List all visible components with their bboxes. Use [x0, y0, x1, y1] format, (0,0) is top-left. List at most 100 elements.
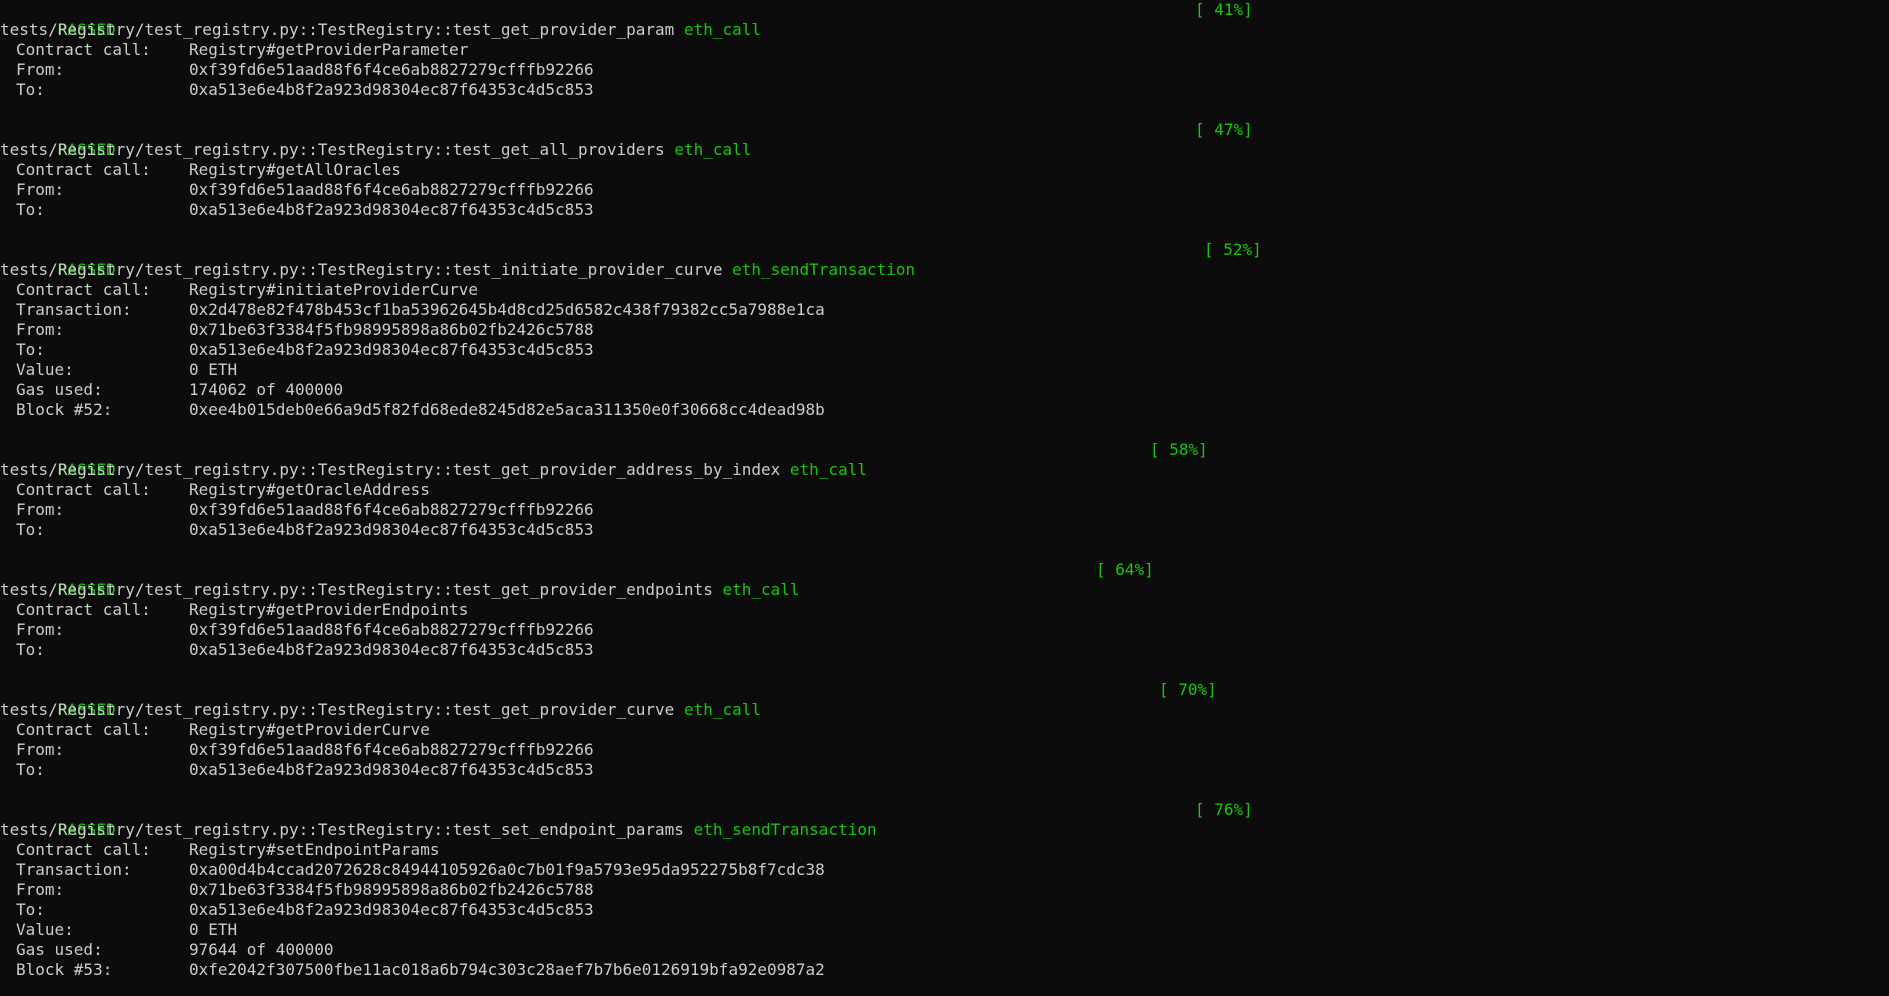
detail-key: To: — [16, 200, 45, 219]
detail-row: Contract call: Registry#getProviderCurve — [0, 720, 1889, 740]
detail-row: To: 0xa513e6e4b8f2a923d98304ec87f64353c4d… — [0, 340, 1889, 360]
detail-key: From: — [16, 500, 65, 519]
detail-key: To: — [16, 640, 45, 659]
detail-value: 0xa513e6e4b8f2a923d98304ec87f64353c4d5c8… — [189, 340, 594, 359]
detail-value: 0xa513e6e4b8f2a923d98304ec87f64353c4d5c8… — [189, 760, 594, 779]
detail-key: From: — [16, 180, 65, 199]
status-line: PASSED [ 70%] — [0, 680, 1889, 719]
detail-key: To: — [16, 520, 45, 539]
detail-value: Registry#getProviderCurve — [189, 720, 430, 739]
detail-row: Gas used: 174062 of 400000 — [0, 380, 1889, 400]
detail-row: To: 0xa513e6e4b8f2a923d98304ec87f64353c4d… — [0, 640, 1889, 660]
rpc-method: eth_call — [722, 580, 800, 599]
detail-key: Gas used: — [16, 940, 103, 959]
detail-value: Registry#getProviderEndpoints — [189, 600, 469, 619]
detail-key: Gas used: — [16, 380, 103, 399]
rpc-method: eth_sendTransaction — [693, 820, 877, 839]
detail-value: 0 ETH — [189, 360, 238, 379]
detail-key: Transaction: — [16, 860, 132, 879]
detail-value: 0xa513e6e4b8f2a923d98304ec87f64353c4d5c8… — [189, 640, 594, 659]
progress-percent: [ 58%] — [1150, 440, 1208, 459]
detail-row: From: 0xf39fd6e51aad88f6f4ce6ab8827279cff… — [0, 500, 1889, 520]
detail-value: 0x2d478e82f478b453cf1ba53962645b4d8cd25d… — [189, 300, 825, 319]
detail-value: 174062 of 400000 — [189, 380, 344, 399]
test-path: tests/Registry/test_registry.py::TestReg… — [0, 580, 713, 599]
detail-row: To: 0xa513e6e4b8f2a923d98304ec87f64353c4d… — [0, 760, 1889, 780]
detail-row: Block #52: 0xee4b015deb0e66a9d5f82fd68ede… — [0, 400, 1889, 420]
progress-percent: [ 52%] — [1204, 240, 1262, 259]
test-result-block: PASSED [ 76%] tests/Registry/test_regist… — [0, 800, 1889, 980]
progress-percent: [ 41%] — [1195, 0, 1253, 19]
detail-row: Gas used: 97644 of 400000 — [0, 940, 1889, 960]
detail-value: 97644 of 400000 — [189, 940, 334, 959]
test-line: tests/Registry/test_registry.py::TestReg… — [0, 580, 1889, 600]
detail-key: Contract call: — [16, 40, 151, 59]
status-line: PASSED [ 47%] — [0, 120, 1889, 159]
test-result-block: PASSED [ 70%] tests/Registry/test_regist… — [0, 680, 1889, 800]
test-result-block: PASSED [ 58%] tests/Registry/test_regist… — [0, 440, 1889, 560]
rpc-method: eth_call — [683, 20, 761, 39]
test-line: tests/Registry/test_registry.py::TestReg… — [0, 140, 1889, 160]
detail-key: From: — [16, 60, 65, 79]
progress-percent: [ 47%] — [1195, 120, 1253, 139]
status-line: PASSED [ 52%] — [0, 240, 1889, 279]
test-path: tests/Registry/test_registry.py::TestReg… — [0, 700, 675, 719]
detail-row: Block #53: 0xfe2042f307500fbe11ac018a6b79… — [0, 960, 1889, 980]
detail-value: 0x71be63f3384f5fb98995898a86b02fb2426c57… — [189, 880, 594, 899]
detail-value: 0xfe2042f307500fbe11ac018a6b794c303c28ae… — [189, 960, 825, 979]
detail-value: 0x71be63f3384f5fb98995898a86b02fb2426c57… — [189, 320, 594, 339]
detail-value: 0xf39fd6e51aad88f6f4ce6ab8827279cfffb922… — [189, 620, 594, 639]
detail-row: From: 0xf39fd6e51aad88f6f4ce6ab8827279cff… — [0, 620, 1889, 640]
status-line: PASSED [ 58%] — [0, 440, 1889, 479]
progress-percent: [ 70%] — [1159, 680, 1217, 699]
detail-key: Contract call: — [16, 160, 151, 179]
status-line: PASSED [ 76%] — [0, 800, 1889, 839]
detail-row: To: 0xa513e6e4b8f2a923d98304ec87f64353c4d… — [0, 200, 1889, 220]
detail-row: Value: 0 ETH — [0, 920, 1889, 940]
detail-value: Registry#getOracleAddress — [189, 480, 430, 499]
detail-value: 0 ETH — [189, 920, 238, 939]
detail-key: To: — [16, 80, 45, 99]
rpc-method: eth_call — [674, 140, 752, 159]
detail-value: Registry#initiateProviderCurve — [189, 280, 478, 299]
terminal-window[interactable]: PASSED [ 41%] tests/Registry/test_regist… — [0, 0, 1889, 996]
detail-row: Contract call: Registry#getProviderParame… — [0, 40, 1889, 60]
detail-row: Contract call: Registry#setEndpointParams — [0, 840, 1889, 860]
test-result-block: PASSED [ 47%] tests/Registry/test_regist… — [0, 120, 1889, 240]
detail-row: From: 0x71be63f3384f5fb98995898a86b02fb24… — [0, 880, 1889, 900]
test-line: tests/Registry/test_registry.py::TestReg… — [0, 700, 1889, 720]
detail-value: 0xf39fd6e51aad88f6f4ce6ab8827279cfffb922… — [189, 180, 594, 199]
detail-value: Registry#getProviderParameter — [189, 40, 469, 59]
detail-row: From: 0x71be63f3384f5fb98995898a86b02fb24… — [0, 320, 1889, 340]
progress-percent: [ 64%] — [1096, 560, 1154, 579]
test-line: tests/Registry/test_registry.py::TestReg… — [0, 820, 1889, 840]
detail-key: From: — [16, 620, 65, 639]
detail-key: Value: — [16, 360, 74, 379]
detail-row: To: 0xa513e6e4b8f2a923d98304ec87f64353c4d… — [0, 80, 1889, 100]
detail-row: Transaction: 0xa00d4b4ccad2072628c8494410… — [0, 860, 1889, 880]
detail-row: Transaction: 0x2d478e82f478b453cf1ba53962… — [0, 300, 1889, 320]
detail-row: Contract call: Registry#initiateProviderC… — [0, 280, 1889, 300]
detail-value: 0xa00d4b4ccad2072628c84944105926a0c7b01f… — [189, 860, 825, 879]
test-line: tests/Registry/test_registry.py::TestReg… — [0, 460, 1889, 480]
detail-key: Block #52: — [16, 400, 113, 419]
detail-value: 0xa513e6e4b8f2a923d98304ec87f64353c4d5c8… — [189, 200, 594, 219]
detail-value: 0xf39fd6e51aad88f6f4ce6ab8827279cfffb922… — [189, 500, 594, 519]
detail-row: From: 0xf39fd6e51aad88f6f4ce6ab8827279cff… — [0, 60, 1889, 80]
detail-key: Contract call: — [16, 280, 151, 299]
detail-key: Contract call: — [16, 480, 151, 499]
detail-key: Contract call: — [16, 840, 151, 859]
test-path: tests/Registry/test_registry.py::TestReg… — [0, 260, 723, 279]
detail-key: To: — [16, 900, 45, 919]
detail-row: Value: 0 ETH — [0, 360, 1889, 380]
status-line: PASSED [ 41%] — [0, 0, 1889, 39]
detail-value: 0xf39fd6e51aad88f6f4ce6ab8827279cfffb922… — [189, 60, 594, 79]
detail-row: To: 0xa513e6e4b8f2a923d98304ec87f64353c4d… — [0, 900, 1889, 920]
test-line: tests/Registry/test_registry.py::TestReg… — [0, 20, 1889, 40]
detail-key: To: — [16, 760, 45, 779]
detail-key: To: — [16, 340, 45, 359]
